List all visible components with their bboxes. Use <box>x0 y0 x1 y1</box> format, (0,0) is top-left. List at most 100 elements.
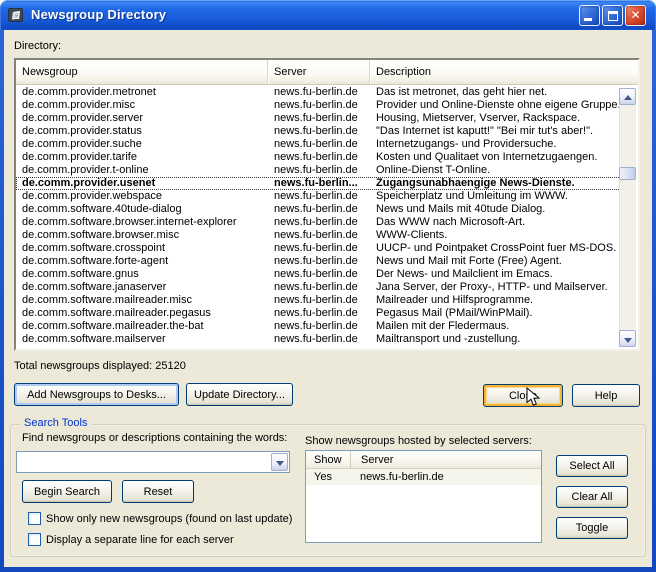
table-row[interactable]: de.comm.software.40tude-dialognews.fu-be… <box>16 203 621 216</box>
column-header-newsgroup[interactable]: Newsgroup <box>16 60 268 84</box>
cell-server: news.fu-berlin.de <box>268 125 370 138</box>
table-row[interactable]: de.comm.software.browser.miscnews.fu-ber… <box>16 229 621 242</box>
cell-server: news.fu-berlin.de <box>268 112 370 125</box>
cell-description: Online-Dienst T-Online. <box>370 164 621 177</box>
table-row[interactable]: de.comm.provider.metronetnews.fu-berlin.… <box>16 86 621 99</box>
search-words-combobox[interactable] <box>16 451 290 473</box>
cell-description: Kosten und Qualitaet von Internetzugaeng… <box>370 151 621 164</box>
table-row[interactable]: de.comm.provider.miscnews.fu-berlin.dePr… <box>16 99 621 112</box>
server-row[interactable]: Yesnews.fu-berlin.de <box>306 469 541 485</box>
cell-server: news.fu-berlin.de <box>268 333 370 346</box>
cell-description: Mailtransport und -zustellung. <box>370 333 621 346</box>
reset-button[interactable]: Reset <box>122 480 194 503</box>
table-row[interactable]: de.comm.software.mailreader.miscnews.fu-… <box>16 294 621 307</box>
close-window-button[interactable]: ✕ <box>625 5 646 26</box>
cell-server: news.fu-berlin.de <box>268 203 370 216</box>
table-row[interactable]: de.comm.software.forte-agentnews.fu-berl… <box>16 255 621 268</box>
cell-newsgroup: de.comm.provider.suche <box>16 138 268 151</box>
update-directory-button[interactable]: Update Directory... <box>186 383 293 406</box>
cell-newsgroup: de.comm.provider.metronet <box>16 86 268 99</box>
cell-server: news.fu-berlin.de <box>268 268 370 281</box>
list-header: Newsgroup Server Description <box>16 60 638 85</box>
cell-description: News und Mails mit 40tude Dialog. <box>370 203 621 216</box>
cell-description: Pegasus Mail (PMail/WinPMail). <box>370 307 621 320</box>
cell-newsgroup: de.comm.provider.status <box>16 125 268 138</box>
column-header-server[interactable]: Server <box>350 451 541 468</box>
combobox-dropdown-button[interactable] <box>271 453 288 471</box>
table-row[interactable]: de.comm.provider.statusnews.fu-berlin.de… <box>16 125 621 138</box>
cell-description: Housing, Mietserver, Vserver, Rackspace. <box>370 112 621 125</box>
maximize-icon <box>608 11 618 21</box>
cell-newsgroup: de.comm.software.gnus <box>16 268 268 281</box>
scroll-up-button[interactable] <box>619 88 636 105</box>
table-row[interactable]: de.comm.software.crosspointnews.fu-berli… <box>16 242 621 255</box>
cell-description: Mailen mit der Fledermaus. <box>370 320 621 333</box>
cell-newsgroup: de.comm.software.mailreader.misc <box>16 294 268 307</box>
maximize-button[interactable] <box>602 5 623 26</box>
cell-server: news.fu-berlin... <box>268 177 370 190</box>
dialog-body: Directory: Newsgroup Server Description … <box>4 30 652 567</box>
table-row[interactable]: de.comm.provider.servernews.fu-berlin.de… <box>16 112 621 125</box>
arrow-up-icon <box>624 95 632 100</box>
server-rows: Yesnews.fu-berlin.de <box>306 469 541 485</box>
begin-search-button[interactable]: Begin Search <box>22 480 112 503</box>
cell-newsgroup: de.comm.software.browser.internet-explor… <box>16 216 268 229</box>
cell-server: news.fu-berlin.de <box>268 255 370 268</box>
table-row[interactable]: de.comm.provider.usenetnews.fu-berlin...… <box>16 177 621 190</box>
vertical-scrollbar[interactable] <box>619 88 636 347</box>
table-row[interactable]: de.comm.provider.tarifenews.fu-berlin.de… <box>16 151 621 164</box>
table-row[interactable]: de.comm.software.mailreader.pegasusnews.… <box>16 307 621 320</box>
cell-description: Provider und Online-Dienste ohne eigene … <box>370 99 621 112</box>
cell-description: Mailreader und Hilfsprogramme. <box>370 294 621 307</box>
cell-newsgroup: de.comm.software.mailserver <box>16 333 268 346</box>
table-row[interactable]: de.comm.software.browser.internet-explor… <box>16 216 621 229</box>
add-newsgroups-button[interactable]: Add Newsgroups to Desks... <box>14 383 179 406</box>
separate-line-checkbox[interactable] <box>28 533 41 546</box>
column-header-description[interactable]: Description <box>370 60 638 84</box>
cell-server: news.fu-berlin.de <box>268 229 370 242</box>
cell-description: "Das Internet ist kaputt!" "Bei mir tut'… <box>370 125 621 138</box>
cell-description: Zugangsunabhaengige News-Dienste. <box>370 177 621 190</box>
close-button[interactable]: Close <box>483 384 563 407</box>
table-row[interactable]: de.comm.provider.suchenews.fu-berlin.deI… <box>16 138 621 151</box>
column-header-show[interactable]: Show <box>306 451 350 468</box>
cell-newsgroup: de.comm.software.mailreader.pegasus <box>16 307 268 320</box>
table-row[interactable]: de.comm.software.janaservernews.fu-berli… <box>16 281 621 294</box>
cell-server: news.fu-berlin.de <box>350 469 541 485</box>
minimize-button[interactable] <box>579 5 600 26</box>
table-row[interactable]: de.comm.provider.t-onlinenews.fu-berlin.… <box>16 164 621 177</box>
table-row[interactable]: de.comm.software.mailreader.the-batnews.… <box>16 320 621 333</box>
cell-newsgroup: de.comm.provider.usenet <box>16 177 268 190</box>
cell-server: news.fu-berlin.de <box>268 99 370 112</box>
help-button[interactable]: Help <box>572 384 640 407</box>
cell-server: news.fu-berlin.de <box>268 190 370 203</box>
scroll-down-button[interactable] <box>619 330 636 347</box>
column-header-server[interactable]: Server <box>268 60 370 84</box>
table-row[interactable]: de.comm.software.mailservernews.fu-berli… <box>16 333 621 346</box>
table-row[interactable]: de.comm.provider.webspacenews.fu-berlin.… <box>16 190 621 203</box>
cell-description: Der News- und Mailclient im Emacs. <box>370 268 621 281</box>
table-row[interactable]: de.comm.software.gnusnews.fu-berlin.deDe… <box>16 268 621 281</box>
window-title: Newsgroup Directory <box>31 7 166 22</box>
server-list-header: Show Server <box>306 451 541 469</box>
app-icon <box>8 7 24 23</box>
newsgroup-list: Newsgroup Server Description de.comm.pro… <box>14 58 640 351</box>
scrollbar-thumb[interactable] <box>619 167 636 180</box>
toggle-button[interactable]: Toggle <box>556 517 628 539</box>
clear-all-button[interactable]: Clear All <box>556 486 628 508</box>
cell-description: Jana Server, der Proxy-, HTTP- und Mails… <box>370 281 621 294</box>
show-new-newsgroups-checkbox[interactable] <box>28 512 41 525</box>
title-bar[interactable]: Newsgroup Directory ✕ <box>0 0 656 30</box>
cell-newsgroup: de.comm.software.40tude-dialog <box>16 203 268 216</box>
cell-newsgroup: de.comm.provider.server <box>16 112 268 125</box>
cell-description: Das ist metronet, das geht hier net. <box>370 86 621 99</box>
cell-server: news.fu-berlin.de <box>268 281 370 294</box>
cell-newsgroup: de.comm.provider.misc <box>16 99 268 112</box>
cell-description: Das WWW nach Microsoft-Art. <box>370 216 621 229</box>
select-all-button[interactable]: Select All <box>556 455 628 477</box>
cell-newsgroup: de.comm.provider.t-online <box>16 164 268 177</box>
list-rows: de.comm.provider.metronetnews.fu-berlin.… <box>16 86 621 349</box>
cell-server: news.fu-berlin.de <box>268 164 370 177</box>
cell-server: news.fu-berlin.de <box>268 138 370 151</box>
cell-server: news.fu-berlin.de <box>268 151 370 164</box>
